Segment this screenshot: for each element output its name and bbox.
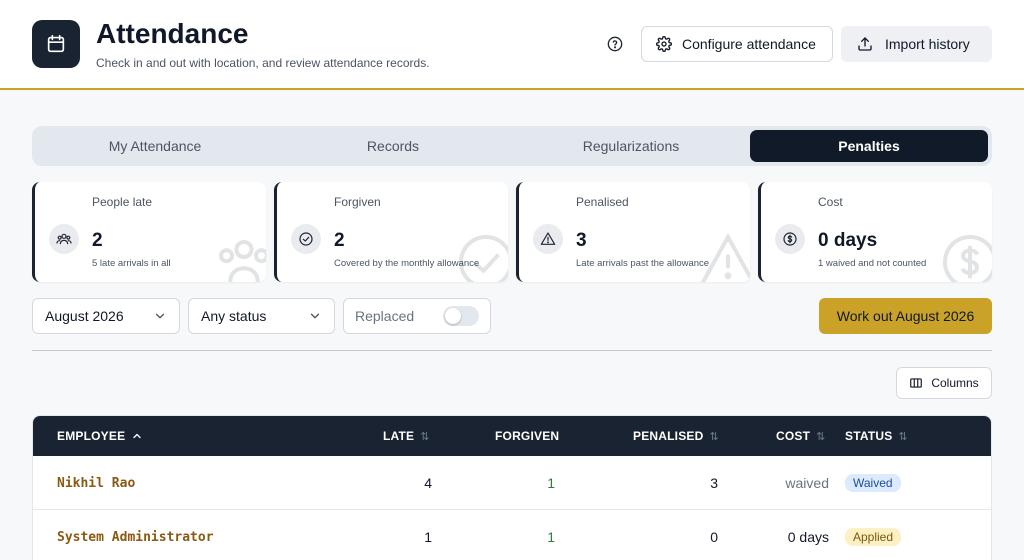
configure-attendance-label: Configure attendance	[682, 36, 816, 52]
gear-icon	[656, 36, 672, 52]
tab-regularizations[interactable]: Regularizations	[512, 130, 750, 162]
employee-name[interactable]: Nikhil Rao	[57, 456, 135, 510]
penalties-table: EMPLOYEE LATE ⇅ FORGIVEN PENALISED ⇅ COS…	[32, 415, 992, 560]
status-cell: Waived	[845, 456, 901, 510]
status-badge: Applied	[845, 528, 902, 546]
stat-label: Cost	[818, 195, 843, 209]
columns-icon	[909, 376, 923, 390]
chevron-down-icon	[308, 309, 322, 323]
import-history-button[interactable]: Import history	[841, 26, 992, 62]
replaced-label: Replaced	[355, 308, 415, 324]
sort-icon: ⇅	[709, 430, 719, 443]
upload-icon	[857, 36, 873, 52]
help-icon[interactable]	[605, 34, 625, 54]
import-history-label: Import history	[885, 36, 970, 52]
stat-label: Forgiven	[334, 195, 381, 209]
stat-note: 1 waived and not counted	[818, 258, 927, 269]
month-select[interactable]: August 2026	[32, 298, 180, 334]
status-badge: Waived	[845, 474, 901, 492]
chevron-down-icon	[153, 309, 167, 323]
penalised-count: 3	[710, 475, 718, 491]
column-header-label: STATUS	[845, 429, 893, 443]
table-header: EMPLOYEE LATE ⇅ FORGIVEN PENALISED ⇅ COS…	[33, 416, 991, 456]
configure-attendance-button[interactable]: Configure attendance	[641, 26, 833, 62]
column-header-forgiven[interactable]: FORGIVEN	[495, 416, 559, 456]
employee-name[interactable]: System Administrator	[57, 510, 214, 560]
stat-card-penalised: Penalised 3 Late arrivals past the allow…	[516, 182, 750, 282]
columns-button[interactable]: Columns	[896, 367, 992, 399]
stat-card-cost: Cost 0 days 1 waived and not counted	[758, 182, 992, 282]
column-header-label: LATE	[383, 429, 415, 443]
dollar-icon	[775, 224, 805, 254]
work-out-button[interactable]: Work out August 2026	[819, 298, 992, 334]
toggle-knob	[445, 308, 461, 324]
column-header-label: PENALISED	[633, 429, 704, 443]
replaced-filter: Replaced	[343, 298, 491, 334]
calendar-icon	[32, 20, 80, 68]
stat-value: 2	[92, 230, 103, 251]
column-header-label: COST	[776, 429, 811, 443]
replaced-toggle[interactable]	[443, 306, 479, 326]
stat-label: People late	[92, 195, 153, 209]
status-cell: Applied	[845, 510, 902, 560]
column-header-label: FORGIVEN	[495, 429, 560, 443]
stat-note: Late arrivals past the allowance	[576, 258, 710, 269]
forgiven-count: 1	[547, 475, 555, 491]
people-icon	[49, 224, 79, 254]
penalised-count: 0	[710, 529, 718, 545]
people-icon	[218, 240, 266, 282]
late-count: 4	[424, 475, 432, 491]
tab-records[interactable]: Records	[274, 130, 512, 162]
table-row[interactable]: Nikhil Rao 4 1 3 waived Waived	[33, 456, 991, 510]
dollar-icon	[943, 235, 992, 282]
check-circle-icon	[291, 224, 321, 254]
check-circle-icon	[459, 235, 508, 282]
column-header-penalised[interactable]: PENALISED ⇅	[633, 416, 719, 456]
stat-note: 5 late arrivals in all	[92, 258, 171, 269]
page-subtitle: Check in and out with location, and revi…	[96, 56, 430, 70]
cost-value: 0 days	[787, 529, 829, 545]
table-row[interactable]: System Administrator 1 1 0 0 days Applie…	[33, 510, 991, 560]
status-select[interactable]: Any status	[188, 298, 335, 334]
divider	[32, 350, 992, 351]
tab-my-attendance[interactable]: My Attendance	[36, 130, 274, 162]
late-count: 1	[424, 529, 432, 545]
cost-value: waived	[785, 475, 829, 491]
stat-label: Penalised	[576, 195, 629, 209]
column-header-employee[interactable]: EMPLOYEE	[57, 416, 143, 456]
page-title: Attendance	[96, 18, 249, 49]
stat-value: 0 days	[818, 230, 878, 251]
forgiven-count: 1	[547, 529, 555, 545]
tab-bar: My Attendance Records Regularizations Pe…	[32, 126, 992, 166]
warning-icon	[700, 232, 750, 282]
tab-penalties[interactable]: Penalties	[750, 130, 988, 162]
warning-icon	[533, 224, 563, 254]
column-header-status[interactable]: STATUS ⇅	[845, 416, 908, 456]
stat-value: 3	[576, 230, 587, 251]
column-header-late[interactable]: LATE ⇅	[383, 416, 430, 456]
status-select-value: Any status	[201, 308, 267, 324]
columns-label: Columns	[931, 376, 979, 390]
column-header-cost[interactable]: COST ⇅	[776, 416, 826, 456]
sort-icon: ⇅	[816, 430, 826, 443]
sort-icon: ⇅	[420, 430, 430, 443]
stat-value: 2	[334, 230, 345, 251]
page-header: Attendance Check in and out with locatio…	[0, 0, 1024, 90]
column-header-label: EMPLOYEE	[57, 429, 126, 443]
month-select-value: August 2026	[45, 308, 124, 324]
stat-card-people-late: People late 2 5 late arrivals in all	[32, 182, 266, 282]
stat-card-forgiven: Forgiven 2 Covered by the monthly allowa…	[274, 182, 508, 282]
sort-icon: ⇅	[898, 430, 908, 443]
sort-asc-icon	[131, 430, 143, 442]
